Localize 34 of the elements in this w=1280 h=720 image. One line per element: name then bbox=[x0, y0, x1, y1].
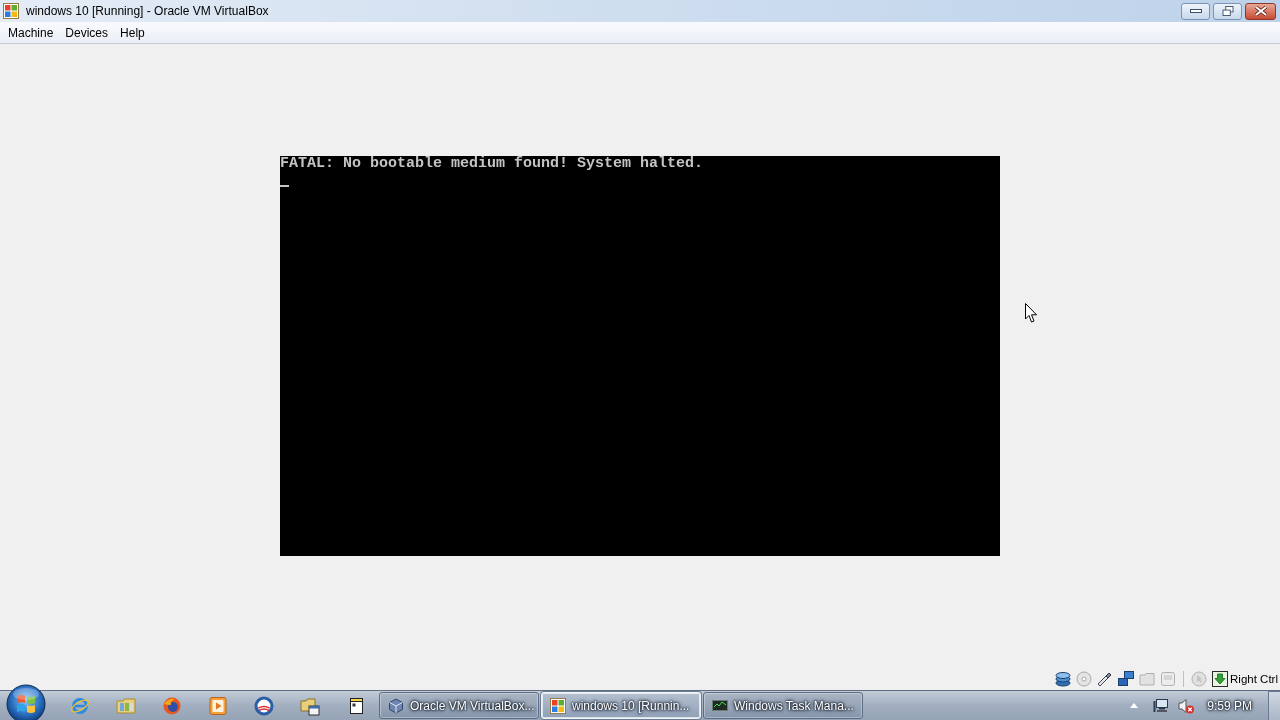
windows-orb-icon[interactable] bbox=[6, 683, 46, 720]
restore-icon bbox=[1221, 6, 1234, 16]
console-line: FATAL: No bootable medium found! System halted. bbox=[280, 156, 704, 172]
clock[interactable]: 9:59 PM bbox=[1207, 698, 1252, 713]
play-icon[interactable] bbox=[208, 695, 228, 716]
down-arrow-icon[interactable] bbox=[1212, 671, 1229, 687]
network-icon[interactable] bbox=[1118, 671, 1135, 687]
speaker-muted-icon[interactable] bbox=[1178, 697, 1195, 714]
minimize-button[interactable] bbox=[1181, 2, 1210, 20]
minimize-icon bbox=[1189, 9, 1202, 13]
flag-tile-icon bbox=[550, 697, 566, 714]
hard-disk-icon[interactable] bbox=[1055, 671, 1072, 687]
flag-tile-icon bbox=[3, 3, 19, 19]
close-icon bbox=[1254, 6, 1267, 16]
network-icon[interactable] bbox=[1153, 697, 1170, 714]
menu-item[interactable]: Devices bbox=[59, 23, 115, 42]
taskbar-button[interactable]: Windows Task Mana... bbox=[703, 692, 863, 719]
menu-item[interactable]: Machine bbox=[2, 23, 60, 42]
cube-icon bbox=[388, 697, 404, 714]
text-cursor-icon bbox=[280, 185, 289, 187]
monitor-icon bbox=[712, 697, 728, 714]
globe-icon[interactable] bbox=[162, 695, 182, 716]
show-desktop-button[interactable] bbox=[1268, 690, 1280, 720]
menu-item[interactable]: Help bbox=[114, 23, 151, 42]
host-key-label: Right Ctrl bbox=[1230, 673, 1278, 685]
restore-button[interactable] bbox=[1213, 2, 1242, 20]
window-title: windows 10 [Running] - Oracle VM VirtualBox bbox=[26, 4, 269, 18]
pen-icon[interactable] bbox=[1097, 671, 1114, 687]
taskbar-button[interactable]: Oracle VM VirtualBox... bbox=[379, 692, 539, 719]
taskbar-button[interactable]: windows 10 [Runnin... bbox=[541, 692, 701, 719]
close-button[interactable] bbox=[1245, 2, 1276, 20]
logo-icon[interactable] bbox=[254, 695, 274, 716]
folder-icon[interactable] bbox=[300, 695, 320, 716]
mouse-pointer-icon bbox=[1025, 303, 1038, 323]
